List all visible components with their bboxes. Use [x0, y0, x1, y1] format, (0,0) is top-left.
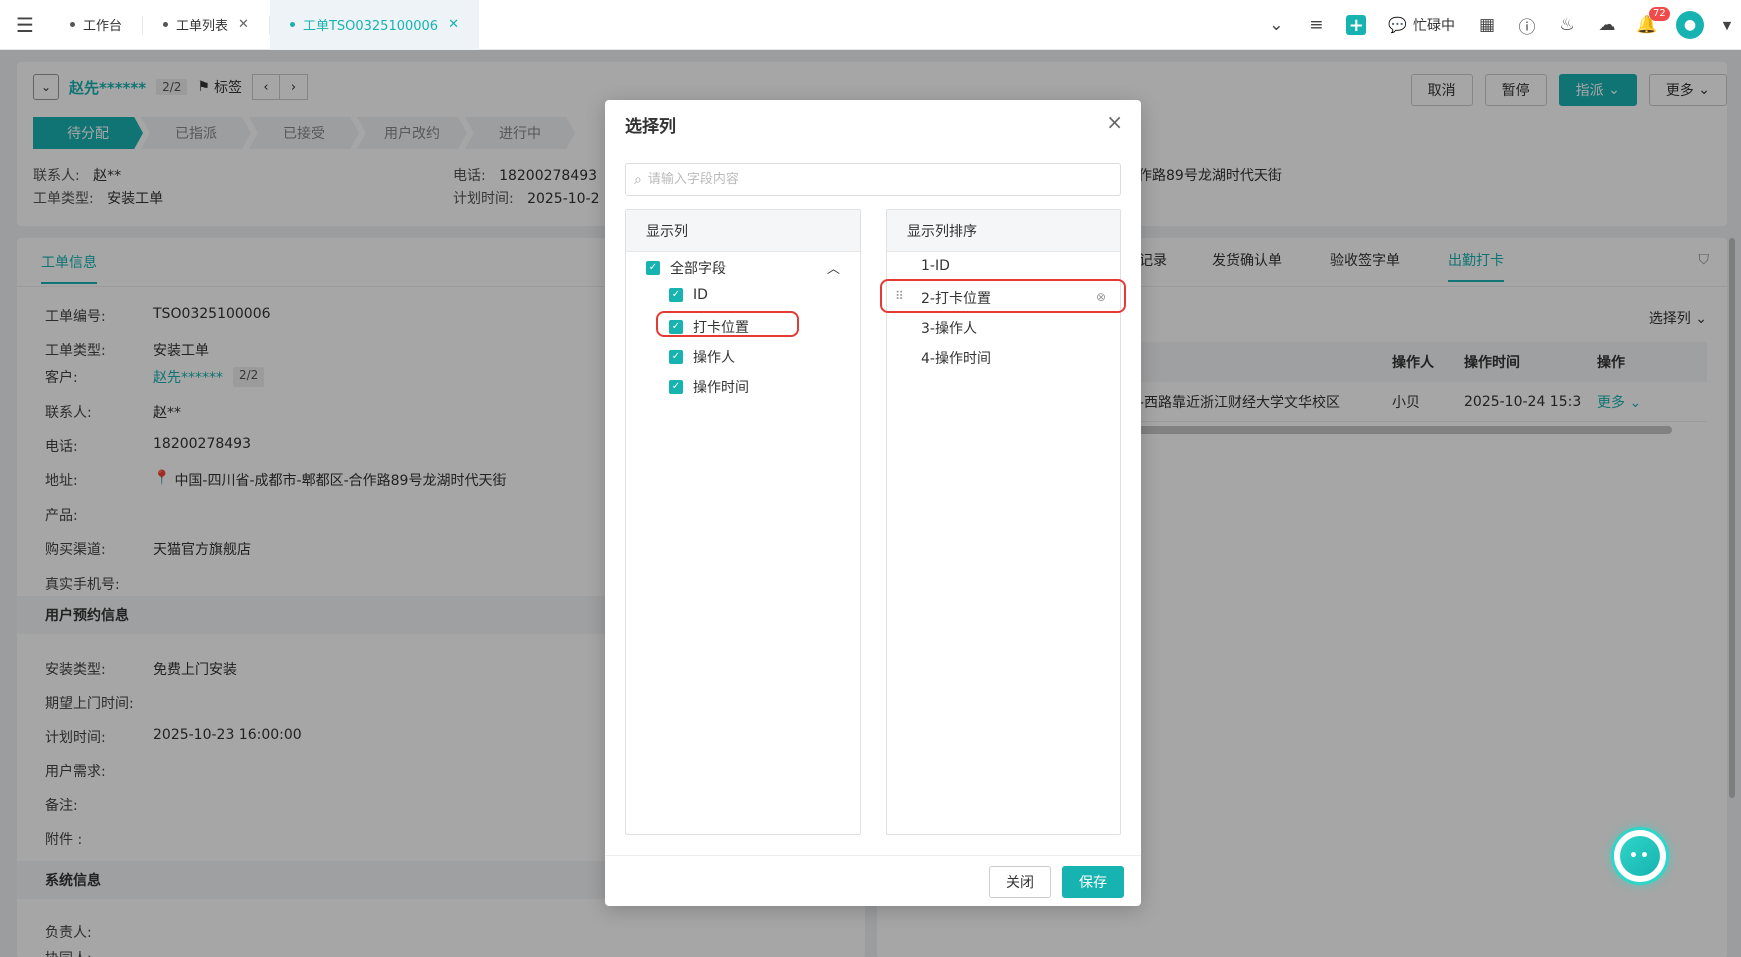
checkbox-operation-time[interactable]: ✓ 操作时间 — [669, 377, 749, 397]
tab-dot — [70, 22, 75, 27]
menu-toggle-icon[interactable]: ☰ — [0, 0, 50, 50]
close-button[interactable]: 关闭 — [989, 866, 1051, 898]
choose-columns-modal: 选择列 × ⌕ 显示列 ︿ ✓ 全部字段 ✓ ID ✓ 打卡位置 ✓ 操作人 ✓… — [605, 100, 1141, 906]
avatar[interactable]: ● — [1667, 0, 1713, 50]
bot-face-icon: •• — [1620, 836, 1660, 876]
save-button[interactable]: 保存 — [1062, 866, 1124, 898]
checkbox-label: ID — [693, 287, 708, 303]
checkbox-label: 全部字段 — [670, 261, 726, 277]
tab-label: 工单列表 — [176, 19, 229, 34]
tab-order-detail[interactable]: 工单TSO0325100006 ✕ — [269, 0, 479, 50]
top-bar: ☰ 工作台 工单列表 ✕ 工单TSO0325100006 ✕ ⌄ ≡ + 💬 忙… — [0, 0, 1741, 50]
caret-down-icon[interactable]: ▼ — [1713, 0, 1741, 50]
column-order-header: 显示列排序 — [887, 210, 1120, 252]
status-toggle[interactable]: 💬 忙碌中 — [1376, 15, 1467, 35]
tab-dot — [163, 22, 169, 27]
assistant-bot-button[interactable]: •• — [1611, 827, 1669, 885]
close-icon[interactable]: × — [1106, 110, 1123, 134]
highlight-annotation — [656, 311, 799, 337]
checkbox-operator[interactable]: ✓ 操作人 — [669, 347, 735, 367]
column-order-box: 显示列排序 1-ID ⠿ 2-打卡位置 ⊗ 3-操作人 4-操作时间 — [880, 209, 1126, 835]
status-label: 忙碌中 — [1413, 18, 1455, 34]
field-search[interactable]: ⌕ — [625, 163, 1121, 196]
chevron-up-icon[interactable]: ︿ — [827, 258, 840, 277]
search-input[interactable] — [647, 172, 1088, 187]
checkbox-label: 操作人 — [693, 350, 735, 366]
close-icon[interactable]: ✕ — [238, 17, 249, 32]
add-button[interactable]: + — [1336, 0, 1376, 50]
user-icon: ● — [1676, 11, 1704, 39]
check-icon: ✓ — [669, 350, 683, 364]
checkbox-id[interactable]: ✓ ID — [669, 287, 708, 303]
help-icon[interactable]: ⓘ — [1507, 0, 1547, 50]
sort-item-operation-time[interactable]: 4-操作时间 — [921, 348, 991, 368]
chat-status-icon: 💬 — [1388, 16, 1407, 34]
chevron-down-icon[interactable]: ⌄ — [1256, 0, 1296, 50]
top-right-toolbar: ⌄ ≡ + 💬 忙碌中 ▦ ⓘ ♨ ☁ 🔔 72 ● ▼ — [1256, 0, 1741, 50]
cloud-upload-icon[interactable]: ☁ — [1587, 0, 1627, 50]
list-icon[interactable]: ≡ — [1296, 0, 1336, 50]
modal-title: 选择列 — [625, 117, 676, 137]
display-columns-box: 显示列 ︿ ✓ 全部字段 ✓ ID ✓ 打卡位置 ✓ 操作人 ✓ 操作时间 — [625, 209, 861, 835]
close-icon[interactable]: ✕ — [448, 17, 459, 32]
tab-dot — [289, 22, 295, 27]
sort-item-operator[interactable]: 3-操作人 — [921, 318, 977, 338]
sort-item-id[interactable]: 1-ID — [921, 258, 950, 274]
display-columns-header: 显示列 — [626, 210, 860, 252]
calendar-icon[interactable]: ▦ — [1467, 0, 1507, 50]
check-icon: ✓ — [669, 380, 683, 394]
tab-order-list[interactable]: 工单列表 ✕ — [143, 0, 269, 50]
checkbox-label: 操作时间 — [693, 380, 749, 396]
plus-icon: + — [1346, 15, 1367, 36]
bell-icon[interactable]: 🔔 72 — [1627, 0, 1670, 50]
tab-label: 工作台 — [83, 19, 123, 34]
tab-workbench[interactable]: 工作台 — [50, 0, 142, 50]
checkbox-all-fields[interactable]: ✓ 全部字段 — [646, 258, 726, 278]
check-icon: ✓ — [669, 288, 683, 302]
tab-label: 工单TSO0325100006 — [302, 19, 439, 34]
divider — [605, 855, 1141, 856]
fire-icon[interactable]: ♨ — [1547, 0, 1587, 50]
search-icon: ⌕ — [634, 171, 642, 188]
highlight-annotation — [880, 279, 1126, 313]
check-icon: ✓ — [646, 261, 660, 275]
